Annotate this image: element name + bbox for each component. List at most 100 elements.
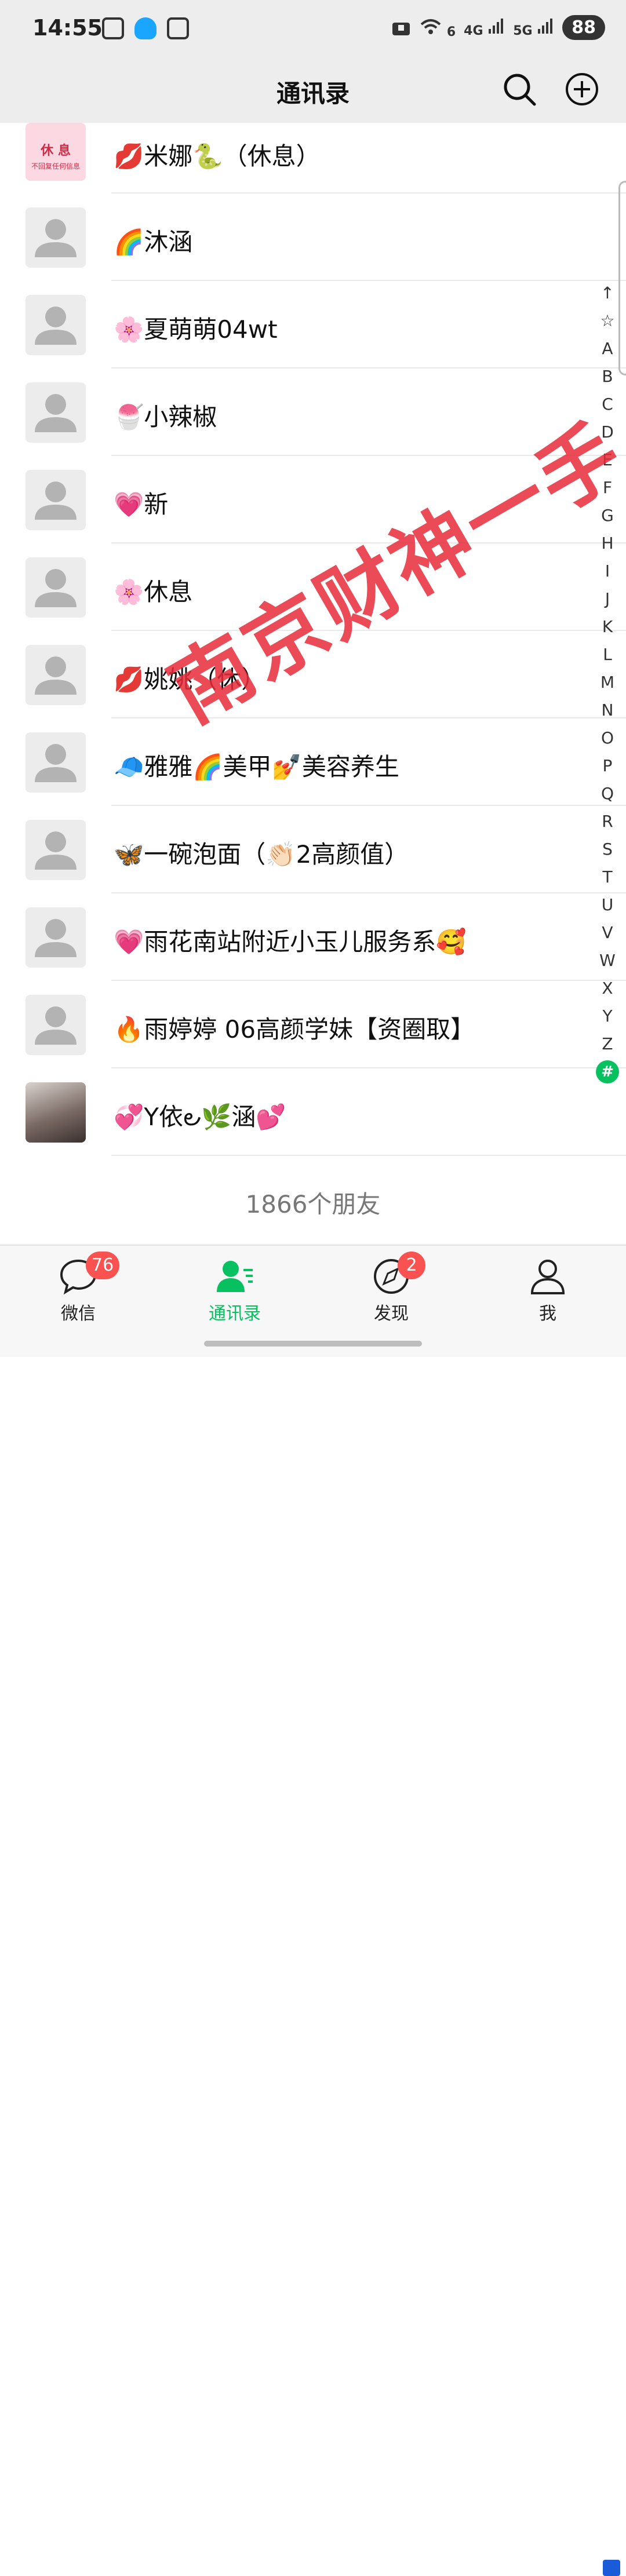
- add-button[interactable]: [563, 71, 600, 108]
- tab-me[interactable]: 我: [470, 1246, 626, 1333]
- avatar: [26, 557, 86, 618]
- status-time: 14:55: [32, 15, 103, 41]
- contact-name: 🌈沐涵: [114, 228, 193, 256]
- home-indicator[interactable]: [204, 1341, 422, 1347]
- avatar: [26, 382, 86, 443]
- index-letter[interactable]: V: [594, 919, 621, 947]
- wifi-icon: 6: [419, 16, 456, 39]
- tab-chats[interactable]: 76 微信: [0, 1246, 156, 1333]
- default-avatar-icon: [35, 919, 77, 957]
- alphabet-index[interactable]: ↑ ☆ A B C D E F G H I J K L M N O P Q R S T U V W X Y Z #: [594, 279, 621, 1086]
- avatar: [26, 1082, 86, 1143]
- search-icon: [504, 74, 536, 106]
- index-letter[interactable]: U: [594, 891, 621, 919]
- gallery-icon: [167, 17, 189, 39]
- badge-chats: 76: [86, 1251, 120, 1279]
- index-letter[interactable]: O: [594, 724, 621, 752]
- index-letter[interactable]: #: [596, 1060, 619, 1083]
- index-letter[interactable]: I: [594, 557, 621, 585]
- index-letter[interactable]: A: [594, 335, 621, 363]
- default-avatar-icon: [35, 307, 77, 345]
- search-button[interactable]: [501, 71, 538, 108]
- index-letter[interactable]: T: [594, 863, 621, 891]
- index-letter[interactable]: H: [594, 530, 621, 557]
- contact-item[interactable]: 🧢雅雅🌈美甲💅美容养生: [0, 718, 626, 806]
- contact-item[interactable]: 💋姚姚（休）: [0, 631, 626, 718]
- contact-item[interactable]: 💗新: [0, 456, 626, 543]
- index-letter[interactable]: ☆: [594, 307, 621, 335]
- contact-list[interactable]: 休 息 不回复任何信息 💋米娜🐍（休息） 🌈沐涵 🌸夏萌萌04wt 🍧小辣椒 💗新 🌸休…: [0, 123, 626, 1156]
- default-avatar-icon: [35, 656, 77, 695]
- index-letter[interactable]: Z: [594, 1030, 621, 1058]
- tab-label: 微信: [61, 1304, 96, 1324]
- index-letter[interactable]: Y: [594, 1002, 621, 1030]
- default-avatar-icon: [35, 831, 77, 870]
- contact-item[interactable]: 🦋一碗泡面（👏🏻2高颜值）: [0, 806, 626, 893]
- avatar: [26, 907, 86, 968]
- index-letter[interactable]: S: [594, 835, 621, 863]
- contact-name: 💗新: [114, 490, 169, 519]
- index-letter[interactable]: ↑: [594, 279, 621, 307]
- avatar: [26, 470, 86, 530]
- contact-name: 💞Y依౿🌿涵💕: [114, 1103, 286, 1131]
- contact-name: 🌸休息: [114, 578, 193, 606]
- avatar: [26, 295, 86, 355]
- signal-5g: 5G: [513, 17, 554, 38]
- badge-discover: 2: [398, 1251, 425, 1279]
- contact-item[interactable]: 🌈沐涵: [0, 194, 626, 281]
- index-letter[interactable]: P: [594, 752, 621, 780]
- contact-item[interactable]: 💗雨花南站附近小玉儿服务系🥰: [0, 893, 626, 981]
- friend-count: 1866个朋友: [245, 1190, 381, 1218]
- index-letter[interactable]: N: [594, 696, 621, 724]
- tab-label: 发现: [374, 1304, 409, 1324]
- index-letter[interactable]: J: [594, 585, 621, 613]
- contact-item[interactable]: 🌸夏萌萌04wt: [0, 281, 626, 368]
- top-bar: 通讯录: [0, 58, 626, 123]
- index-letter[interactable]: M: [594, 669, 621, 696]
- index-letter[interactable]: D: [594, 418, 621, 446]
- contact-name: 🌸夏萌萌04wt: [114, 315, 278, 344]
- plus-circle-icon: [566, 73, 598, 105]
- contact-item[interactable]: 💞Y依౿🌿涵💕: [0, 1068, 626, 1156]
- default-avatar-icon: [35, 744, 77, 782]
- signal-bars-icon: [538, 18, 553, 34]
- index-letter[interactable]: Q: [594, 780, 621, 808]
- contact-name: 🧢雅雅🌈美甲💅美容养生: [114, 753, 399, 781]
- contact-item[interactable]: 🍧小辣椒: [0, 368, 626, 456]
- index-letter[interactable]: C: [594, 391, 621, 418]
- index-letter[interactable]: W: [594, 947, 621, 975]
- avatar: [26, 820, 86, 880]
- contacts-icon: [217, 1261, 253, 1292]
- contact-rows: 🌈沐涵 🌸夏萌萌04wt 🍧小辣椒 💗新 🌸休息 💋姚姚（休） 🧢雅雅🌈美甲💅美容养生 🦋一碗…: [0, 194, 626, 1156]
- index-letter[interactable]: L: [594, 641, 621, 669]
- index-letter[interactable]: F: [594, 474, 621, 502]
- index-letter[interactable]: G: [594, 502, 621, 530]
- index-letter[interactable]: E: [594, 446, 621, 474]
- index-letter[interactable]: B: [594, 363, 621, 391]
- signal-4g: 4G: [464, 17, 505, 38]
- avatar: [26, 732, 86, 793]
- signal-4g-label: 4G: [464, 23, 483, 38]
- default-avatar-icon: [35, 219, 77, 257]
- contact-name: 🦋一碗泡面（👏🏻2高颜值）: [114, 840, 409, 869]
- tab-discover[interactable]: 2 发现: [313, 1246, 470, 1333]
- screenshot-icon: [102, 17, 124, 39]
- contact-name: 🍧小辣椒: [114, 403, 217, 431]
- qq-icon: [134, 17, 156, 39]
- contact-item[interactable]: 🔥雨婷婷 06高颜学妹【资圈取】: [0, 981, 626, 1068]
- avatar: [26, 645, 86, 705]
- contact-item[interactable]: 休 息 不回复任何信息 💋米娜🐍（休息）: [0, 123, 626, 194]
- index-letter[interactable]: X: [594, 975, 621, 1002]
- index-letter[interactable]: K: [594, 613, 621, 641]
- tab-contacts[interactable]: 通讯录: [156, 1246, 313, 1333]
- contact-name: 💋姚姚（休）: [114, 665, 266, 694]
- avatar: [26, 995, 86, 1055]
- default-avatar-icon: [35, 481, 77, 520]
- avatar: 休 息 不回复任何信息: [26, 123, 86, 181]
- contact-name: 🔥雨婷婷 06高颜学妹【资圈取】: [114, 1015, 475, 1043]
- index-letter[interactable]: R: [594, 808, 621, 835]
- contact-name: 💗雨花南站附近小玉儿服务系🥰: [114, 928, 467, 956]
- contact-item[interactable]: 🌸休息: [0, 543, 626, 631]
- tab-bar: 76 微信 通讯录 2 发现 我: [0, 1245, 626, 2576]
- floating-window-icon[interactable]: [603, 2560, 620, 2576]
